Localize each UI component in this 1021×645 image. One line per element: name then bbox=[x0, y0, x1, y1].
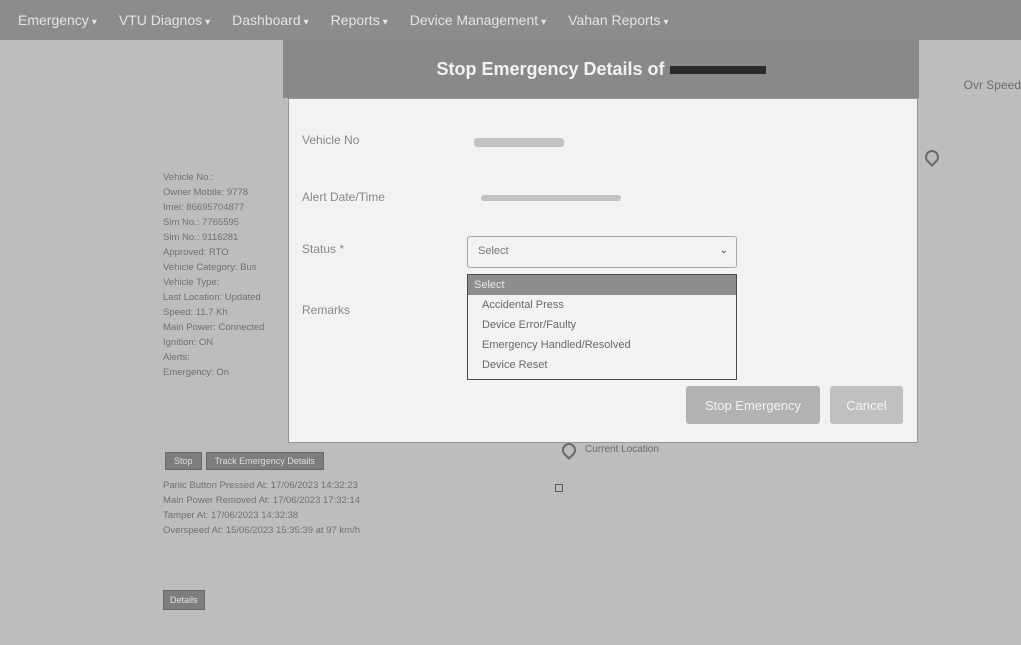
nav-vahan-reports[interactable]: Vahan Reports ▾ bbox=[568, 12, 668, 28]
vehicle-no-value bbox=[474, 138, 564, 147]
cancel-button[interactable]: Cancel bbox=[830, 386, 903, 424]
stop-emergency-button[interactable]: Stop Emergency bbox=[686, 386, 820, 424]
map-point-icon bbox=[555, 484, 563, 492]
status-dropdown: Select Accidental Press Device Error/Fau… bbox=[467, 274, 737, 380]
map-marker-icon bbox=[559, 440, 579, 460]
nav-reports[interactable]: Reports ▾ bbox=[331, 12, 388, 28]
status-option-accidental-press[interactable]: Accidental Press bbox=[468, 295, 736, 315]
alert-line: Main Power Removed At: 17/06/2023 17:32:… bbox=[163, 495, 360, 506]
vehicle-no-label: Vehicle No bbox=[302, 133, 360, 147]
nav-vtu-diagnos[interactable]: VTU Diagnos ▾ bbox=[119, 12, 210, 28]
map-marker-icon bbox=[922, 147, 942, 167]
status-option-emergency-handled[interactable]: Emergency Handled/Resolved bbox=[468, 335, 736, 355]
alert-datetime-label: Alert Date/Time bbox=[302, 190, 385, 204]
alert-line: Overspeed At: 15/06/2023 15:35:39 at 97 … bbox=[163, 525, 360, 536]
stop-button[interactable]: Stop bbox=[165, 452, 202, 470]
details-button[interactable]: Details bbox=[163, 590, 205, 610]
vehicle-action-buttons: Stop Track Emergency Details bbox=[165, 452, 324, 470]
status-option-device-error[interactable]: Device Error/Faulty bbox=[468, 315, 736, 335]
chevron-down-icon: ⌄ bbox=[719, 245, 728, 256]
redacted-vehicle-id bbox=[669, 65, 766, 74]
top-navbar: Emergency ▾ VTU Diagnos ▾ Dashboard ▾ Repor… bbox=[0, 0, 1021, 40]
alert-line: Tamper At: 17/06/2023 14:32:38 bbox=[163, 510, 299, 521]
map-location-label: Current Location bbox=[585, 444, 659, 455]
status-option-device-reset[interactable]: Device Reset bbox=[468, 355, 736, 375]
status-select-value: Select bbox=[478, 245, 509, 257]
alert-datetime-value bbox=[481, 195, 621, 201]
nav-emergency[interactable]: Emergency ▾ bbox=[18, 12, 97, 28]
nav-dashboard[interactable]: Dashboard ▾ bbox=[232, 12, 309, 28]
overspeed-label: Ovr Speed bbox=[963, 78, 1021, 92]
stop-emergency-modal: Vehicle No Alert Date/Time Status * Sele… bbox=[288, 98, 918, 443]
status-select[interactable]: Select ⌄ bbox=[467, 236, 737, 268]
nav-device-management[interactable]: Device Management ▾ bbox=[410, 12, 546, 28]
status-label: Status * bbox=[302, 242, 345, 256]
remarks-label: Remarks bbox=[302, 303, 351, 317]
modal-title: Stop Emergency Details of bbox=[436, 59, 766, 80]
status-option-select[interactable]: Select bbox=[468, 275, 736, 295]
alert-times-list: Panic Button Pressed At: 17/06/2023 14:3… bbox=[163, 478, 483, 538]
modal-header: Stop Emergency Details of bbox=[283, 40, 919, 98]
alert-line: Panic Button Pressed At: 17/06/2023 14:3… bbox=[163, 480, 358, 491]
track-emergency-button[interactable]: Track Emergency Details bbox=[205, 452, 324, 470]
